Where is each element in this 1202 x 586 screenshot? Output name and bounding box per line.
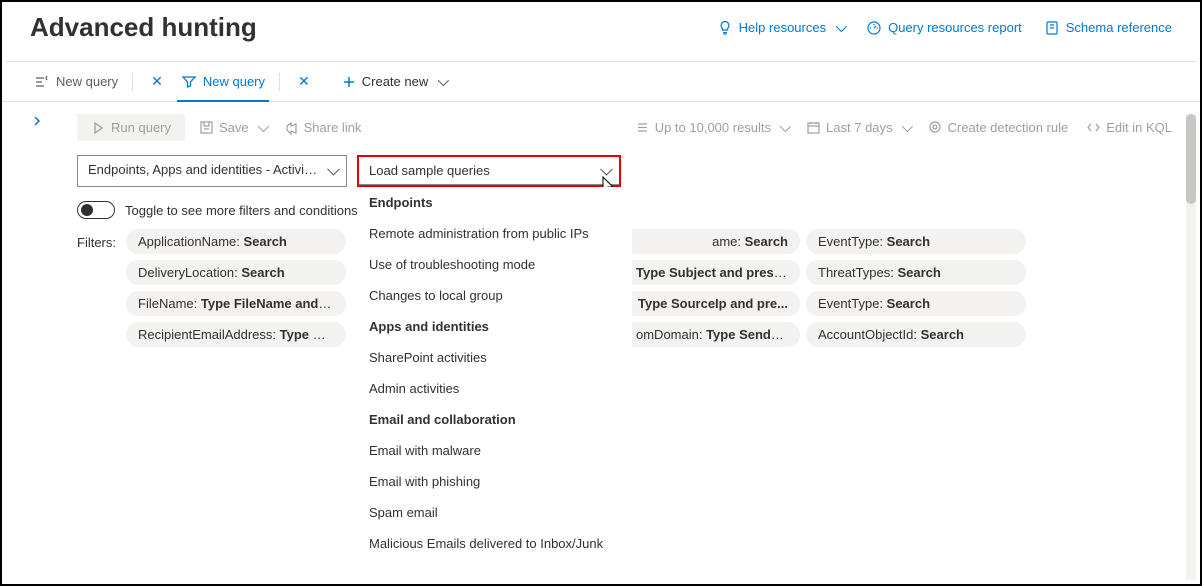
filter-chip[interactable]: Type SourceIp and pre... [632,291,800,316]
chevron-down-icon [836,20,847,31]
dropdown-group-email: Email and collaboration [359,404,619,435]
run-query-button[interactable]: Run query [77,114,185,141]
play-icon [91,121,105,135]
dropdown-item[interactable]: Email with malware [359,435,619,466]
filter-chip[interactable]: AccountObjectId: Search [806,322,1026,347]
save-icon [199,120,214,135]
filter-chip[interactable]: Type Subject and press ... [632,260,800,285]
filter-chip[interactable]: EventType: Search [806,291,1026,316]
code-icon [1086,120,1101,135]
dropdown-item[interactable]: Changes to local group [359,280,619,311]
dropdown-item[interactable]: Use of troubleshooting mode [359,249,619,280]
filters-label: Filters: [77,229,116,347]
dropdown-group-endpoints: Endpoints [359,187,619,218]
filter-chip[interactable]: RecipientEmailAddress: Type Rec... [126,322,346,347]
filter-icon [181,74,197,90]
share-icon [284,120,299,135]
chevron-down-icon [438,74,449,85]
tab-new-query-1[interactable]: New query [30,62,122,101]
tab-new-query-2[interactable]: New query [177,62,269,101]
load-sample-queries-select[interactable]: Load sample queries [359,157,619,185]
dropdown-item[interactable]: Spam email [359,497,619,528]
scope-select[interactable]: Endpoints, Apps and identities - Activit… [77,155,347,187]
scrollbar-thumb[interactable] [1186,114,1196,204]
dropdown-group-apps: Apps and identities [359,311,619,342]
close-tab-2-icon[interactable]: ✕ [298,73,310,90]
dropdown-item[interactable]: Malicious Emails delivered to Inbox/Junk [359,528,619,559]
more-filters-label: Toggle to see more filters and condition… [125,203,358,218]
results-limit-dropdown[interactable]: Up to 10,000 results [631,120,792,135]
create-detection-rule-button[interactable]: Create detection rule [924,120,1073,135]
share-link-button[interactable]: Share link [280,120,366,135]
list-icon [635,120,650,135]
expand-panel-icon[interactable] [30,114,44,128]
plus-icon [342,75,356,89]
time-range-dropdown[interactable]: Last 7 days [802,120,914,135]
more-filters-toggle[interactable] [77,201,115,219]
sample-queries-dropdown: Endpoints Remote administration from pub… [359,187,619,563]
calendar-icon [806,120,821,135]
filter-chip[interactable]: DeliveryLocation: Search [126,260,346,285]
help-resources-link[interactable]: Help resources [717,20,844,36]
page-title: Advanced hunting [30,12,717,43]
close-tab-1-icon[interactable]: ✕ [151,73,163,90]
filter-chip[interactable]: ame: Search [632,229,800,254]
scrollbar[interactable] [1186,114,1196,580]
dropdown-item[interactable]: Admin activities [359,373,619,404]
dropdown-item[interactable]: Email with phishing [359,466,619,497]
query-resources-link[interactable]: Query resources report [866,20,1022,36]
book-icon [1044,20,1060,36]
chevron-down-icon [901,120,912,131]
create-new-button[interactable]: Create new [342,74,446,89]
save-button[interactable]: Save [195,120,270,135]
chevron-down-icon [257,120,268,131]
chevron-down-icon [780,120,791,131]
dropdown-item[interactable]: Remote administration from public IPs [359,218,619,249]
filter-chip[interactable]: ApplicationName: Search [126,229,346,254]
gauge-icon [866,20,882,36]
edit-in-kql-button[interactable]: Edit in KQL [1082,120,1176,135]
filter-chip[interactable]: ThreatTypes: Search [806,260,1026,285]
dropdown-item[interactable]: SharePoint activities [359,342,619,373]
lightbulb-icon [717,20,733,36]
filter-chip[interactable]: omDomain: Type Sende... [632,322,800,347]
schema-reference-link[interactable]: Schema reference [1044,20,1172,36]
query-icon [34,74,50,90]
detection-icon [928,120,943,135]
filter-chip[interactable]: EventType: Search [806,229,1026,254]
filter-chip[interactable]: FileName: Type FileName and pr... [126,291,346,316]
